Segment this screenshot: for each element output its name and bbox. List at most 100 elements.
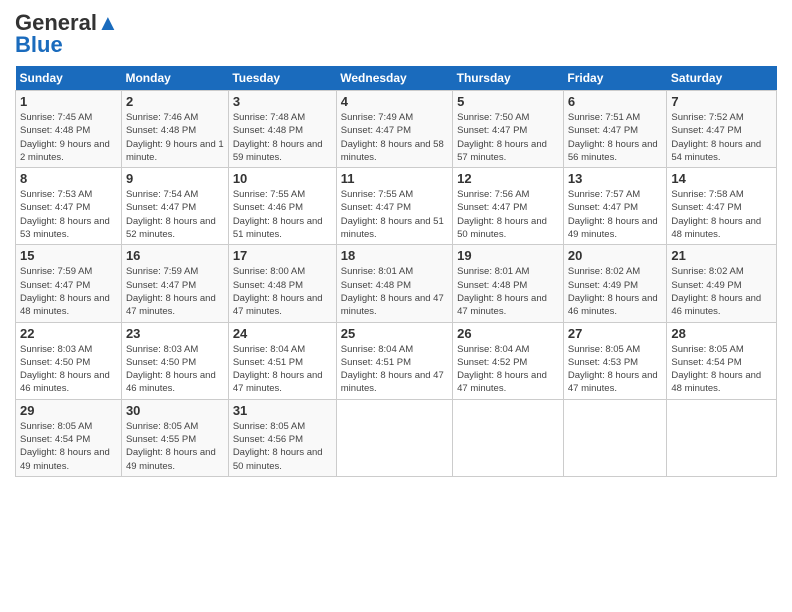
day-info: Sunrise: 7:48 AM Sunset: 4:48 PM Dayligh…: [233, 111, 332, 164]
day-info: Sunrise: 7:55 AM Sunset: 4:46 PM Dayligh…: [233, 188, 332, 241]
day-info: Sunrise: 7:52 AM Sunset: 4:47 PM Dayligh…: [671, 111, 772, 164]
day-info: Sunrise: 7:53 AM Sunset: 4:47 PM Dayligh…: [20, 188, 117, 241]
calendar-day-8: 8 Sunrise: 7:53 AM Sunset: 4:47 PM Dayli…: [16, 168, 122, 245]
calendar-day-6: 6 Sunrise: 7:51 AM Sunset: 4:47 PM Dayli…: [563, 91, 667, 168]
logo-blue: Blue: [15, 32, 63, 58]
col-header-thursday: Thursday: [453, 66, 564, 91]
calendar-day-26: 26 Sunrise: 8:04 AM Sunset: 4:52 PM Dayl…: [453, 322, 564, 399]
calendar-day-30: 30 Sunrise: 8:05 AM Sunset: 4:55 PM Dayl…: [121, 399, 228, 476]
day-number: 17: [233, 248, 332, 263]
day-info: Sunrise: 8:03 AM Sunset: 4:50 PM Dayligh…: [126, 343, 224, 396]
calendar-day-11: 11 Sunrise: 7:55 AM Sunset: 4:47 PM Dayl…: [336, 168, 452, 245]
calendar-day-12: 12 Sunrise: 7:56 AM Sunset: 4:47 PM Dayl…: [453, 168, 564, 245]
calendar-day-23: 23 Sunrise: 8:03 AM Sunset: 4:50 PM Dayl…: [121, 322, 228, 399]
day-number: 11: [341, 171, 448, 186]
calendar-day-31: 31 Sunrise: 8:05 AM Sunset: 4:56 PM Dayl…: [228, 399, 336, 476]
day-info: Sunrise: 8:01 AM Sunset: 4:48 PM Dayligh…: [341, 265, 448, 318]
day-info: Sunrise: 7:46 AM Sunset: 4:48 PM Dayligh…: [126, 111, 224, 164]
calendar-day-20: 20 Sunrise: 8:02 AM Sunset: 4:49 PM Dayl…: [563, 245, 667, 322]
page-container: General▲ Blue SundayMondayTuesdayWednesd…: [0, 0, 792, 487]
day-info: Sunrise: 7:57 AM Sunset: 4:47 PM Dayligh…: [568, 188, 663, 241]
calendar-day-19: 19 Sunrise: 8:01 AM Sunset: 4:48 PM Dayl…: [453, 245, 564, 322]
empty-cell: [453, 399, 564, 476]
calendar-day-16: 16 Sunrise: 7:59 AM Sunset: 4:47 PM Dayl…: [121, 245, 228, 322]
day-number: 10: [233, 171, 332, 186]
header: General▲ Blue: [15, 10, 777, 58]
day-number: 23: [126, 326, 224, 341]
day-number: 4: [341, 94, 448, 109]
col-header-monday: Monday: [121, 66, 228, 91]
calendar-day-7: 7 Sunrise: 7:52 AM Sunset: 4:47 PM Dayli…: [667, 91, 777, 168]
day-info: Sunrise: 8:04 AM Sunset: 4:51 PM Dayligh…: [233, 343, 332, 396]
calendar-day-28: 28 Sunrise: 8:05 AM Sunset: 4:54 PM Dayl…: [667, 322, 777, 399]
day-number: 31: [233, 403, 332, 418]
day-number: 13: [568, 171, 663, 186]
day-number: 18: [341, 248, 448, 263]
day-number: 29: [20, 403, 117, 418]
calendar-day-29: 29 Sunrise: 8:05 AM Sunset: 4:54 PM Dayl…: [16, 399, 122, 476]
calendar-day-21: 21 Sunrise: 8:02 AM Sunset: 4:49 PM Dayl…: [667, 245, 777, 322]
col-header-tuesday: Tuesday: [228, 66, 336, 91]
empty-cell: [563, 399, 667, 476]
day-number: 12: [457, 171, 559, 186]
calendar-day-5: 5 Sunrise: 7:50 AM Sunset: 4:47 PM Dayli…: [453, 91, 564, 168]
day-number: 6: [568, 94, 663, 109]
col-header-saturday: Saturday: [667, 66, 777, 91]
calendar-day-25: 25 Sunrise: 8:04 AM Sunset: 4:51 PM Dayl…: [336, 322, 452, 399]
col-header-wednesday: Wednesday: [336, 66, 452, 91]
calendar-day-22: 22 Sunrise: 8:03 AM Sunset: 4:50 PM Dayl…: [16, 322, 122, 399]
day-number: 19: [457, 248, 559, 263]
day-number: 27: [568, 326, 663, 341]
col-header-friday: Friday: [563, 66, 667, 91]
calendar-day-27: 27 Sunrise: 8:05 AM Sunset: 4:53 PM Dayl…: [563, 322, 667, 399]
day-info: Sunrise: 8:00 AM Sunset: 4:48 PM Dayligh…: [233, 265, 332, 318]
day-number: 9: [126, 171, 224, 186]
day-number: 14: [671, 171, 772, 186]
day-number: 2: [126, 94, 224, 109]
day-info: Sunrise: 8:05 AM Sunset: 4:54 PM Dayligh…: [671, 343, 772, 396]
day-number: 26: [457, 326, 559, 341]
day-info: Sunrise: 8:02 AM Sunset: 4:49 PM Dayligh…: [671, 265, 772, 318]
calendar-day-24: 24 Sunrise: 8:04 AM Sunset: 4:51 PM Dayl…: [228, 322, 336, 399]
day-info: Sunrise: 7:58 AM Sunset: 4:47 PM Dayligh…: [671, 188, 772, 241]
day-info: Sunrise: 8:04 AM Sunset: 4:51 PM Dayligh…: [341, 343, 448, 396]
calendar-day-10: 10 Sunrise: 7:55 AM Sunset: 4:46 PM Dayl…: [228, 168, 336, 245]
calendar-day-1: 1 Sunrise: 7:45 AM Sunset: 4:48 PM Dayli…: [16, 91, 122, 168]
calendar-day-9: 9 Sunrise: 7:54 AM Sunset: 4:47 PM Dayli…: [121, 168, 228, 245]
day-info: Sunrise: 7:49 AM Sunset: 4:47 PM Dayligh…: [341, 111, 448, 164]
day-info: Sunrise: 8:02 AM Sunset: 4:49 PM Dayligh…: [568, 265, 663, 318]
calendar-day-17: 17 Sunrise: 8:00 AM Sunset: 4:48 PM Dayl…: [228, 245, 336, 322]
day-number: 8: [20, 171, 117, 186]
day-number: 21: [671, 248, 772, 263]
day-number: 28: [671, 326, 772, 341]
day-info: Sunrise: 7:50 AM Sunset: 4:47 PM Dayligh…: [457, 111, 559, 164]
day-info: Sunrise: 7:59 AM Sunset: 4:47 PM Dayligh…: [126, 265, 224, 318]
day-number: 30: [126, 403, 224, 418]
calendar-day-14: 14 Sunrise: 7:58 AM Sunset: 4:47 PM Dayl…: [667, 168, 777, 245]
calendar-day-2: 2 Sunrise: 7:46 AM Sunset: 4:48 PM Dayli…: [121, 91, 228, 168]
day-number: 5: [457, 94, 559, 109]
day-info: Sunrise: 8:04 AM Sunset: 4:52 PM Dayligh…: [457, 343, 559, 396]
day-info: Sunrise: 7:55 AM Sunset: 4:47 PM Dayligh…: [341, 188, 448, 241]
day-number: 24: [233, 326, 332, 341]
day-number: 7: [671, 94, 772, 109]
empty-cell: [667, 399, 777, 476]
day-info: Sunrise: 7:45 AM Sunset: 4:48 PM Dayligh…: [20, 111, 117, 164]
calendar-day-18: 18 Sunrise: 8:01 AM Sunset: 4:48 PM Dayl…: [336, 245, 452, 322]
day-number: 22: [20, 326, 117, 341]
calendar-day-4: 4 Sunrise: 7:49 AM Sunset: 4:47 PM Dayli…: [336, 91, 452, 168]
day-info: Sunrise: 7:59 AM Sunset: 4:47 PM Dayligh…: [20, 265, 117, 318]
calendar-day-3: 3 Sunrise: 7:48 AM Sunset: 4:48 PM Dayli…: [228, 91, 336, 168]
day-info: Sunrise: 7:56 AM Sunset: 4:47 PM Dayligh…: [457, 188, 559, 241]
day-info: Sunrise: 7:54 AM Sunset: 4:47 PM Dayligh…: [126, 188, 224, 241]
col-header-sunday: Sunday: [16, 66, 122, 91]
day-info: Sunrise: 8:03 AM Sunset: 4:50 PM Dayligh…: [20, 343, 117, 396]
day-number: 3: [233, 94, 332, 109]
calendar-table: SundayMondayTuesdayWednesdayThursdayFrid…: [15, 66, 777, 477]
logo: General▲ Blue: [15, 10, 119, 58]
day-number: 15: [20, 248, 117, 263]
day-info: Sunrise: 8:05 AM Sunset: 4:56 PM Dayligh…: [233, 420, 332, 473]
empty-cell: [336, 399, 452, 476]
day-info: Sunrise: 8:05 AM Sunset: 4:53 PM Dayligh…: [568, 343, 663, 396]
day-info: Sunrise: 8:05 AM Sunset: 4:55 PM Dayligh…: [126, 420, 224, 473]
